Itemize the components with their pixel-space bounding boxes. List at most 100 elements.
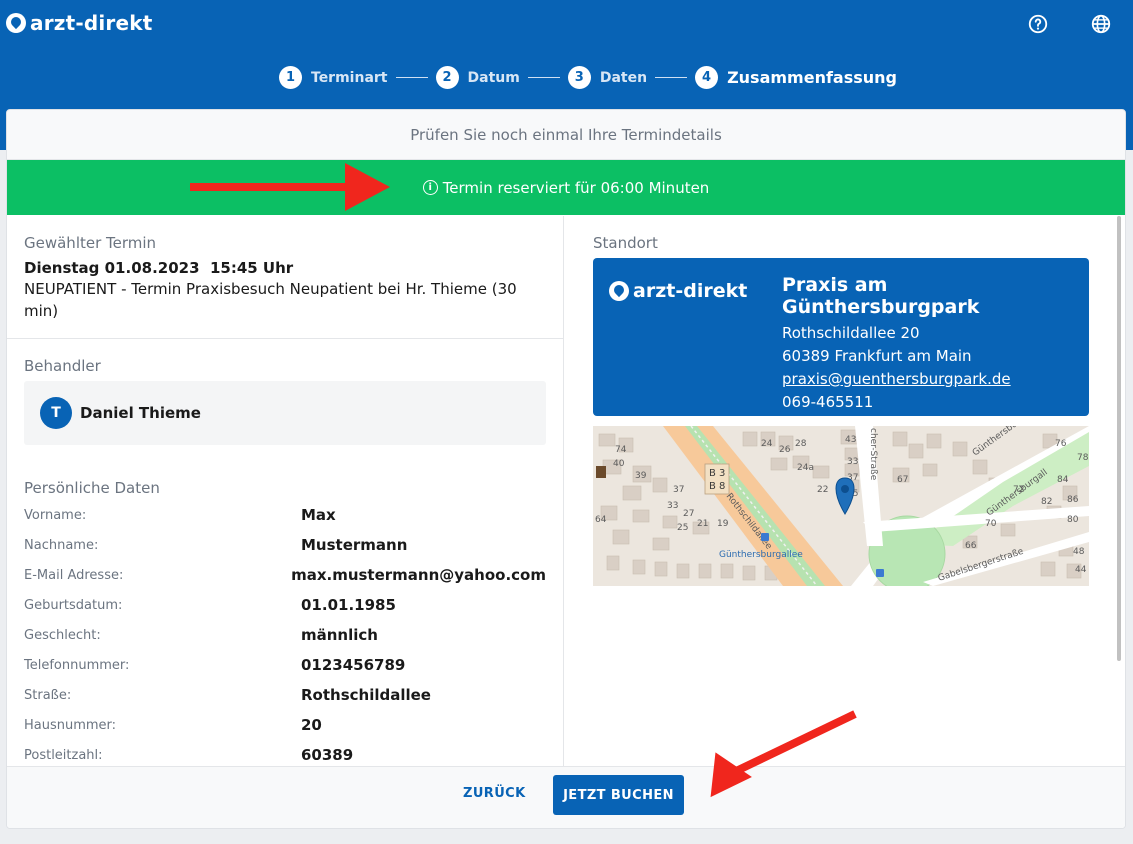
- map-label: cher-Straße: [868, 428, 878, 481]
- data-value: Mustermann: [301, 536, 408, 554]
- step-number: 4: [695, 66, 719, 89]
- step-number: 3: [567, 66, 591, 89]
- back-button[interactable]: ZURÜCK: [463, 786, 526, 801]
- step-number: 1: [279, 66, 302, 89]
- practice-card: arzt-direkt Praxis am Günthersburgpark R…: [593, 258, 1089, 416]
- data-label: Nachname:: [24, 537, 99, 553]
- data-row: Geburtsdatum: 01.01.1985: [24, 590, 546, 620]
- data-row: E-Mail Adresse: max.mustermann@yahoo.com: [24, 560, 546, 590]
- map-label: 40: [613, 459, 625, 469]
- data-row: Vorname: Max: [24, 500, 546, 530]
- map-label: 76: [1055, 439, 1067, 449]
- map-label: 43: [845, 435, 856, 445]
- location-column: Standort arzt-direkt Praxis am Günthersb…: [565, 216, 1125, 766]
- practice-brand-logo: arzt-direkt: [609, 280, 747, 302]
- map-label: 80: [1067, 515, 1079, 525]
- data-row: Postleitzahl: 60389: [24, 740, 546, 766]
- section-title: Behandler: [24, 357, 101, 375]
- data-label: Vorname:: [24, 507, 87, 523]
- data-label: Geburtsdatum:: [24, 597, 123, 613]
- map-label: 82: [1041, 497, 1052, 507]
- data-value: Max: [301, 506, 336, 524]
- step-zusammenfassung[interactable]: 4 Zusammenfassung: [695, 66, 897, 89]
- transit-label: B 3: [709, 468, 725, 479]
- personal-data-section: Persönliche Daten Vorname: Max Nachname: M…: [7, 445, 563, 766]
- info-icon: i: [422, 180, 438, 195]
- data-row: Telefonnummer: 0123456789: [24, 650, 546, 680]
- data-value: 20: [301, 716, 322, 734]
- step-label: Datum: [467, 69, 520, 86]
- map-label: 33: [847, 457, 858, 467]
- map-label: 21: [697, 519, 708, 529]
- practice-info: Praxis am Günthersburgpark Rothschildall…: [782, 274, 1089, 411]
- map-label: 78: [1077, 453, 1089, 463]
- map-label: 86: [1067, 495, 1079, 505]
- scrollbar[interactable]: [1117, 216, 1121, 661]
- practice-email-link[interactable]: praxis@guenthersburgpark.de: [782, 370, 1089, 388]
- section-title: Gewählter Termin: [24, 234, 157, 252]
- data-row: Straße: Rothschildallee: [24, 680, 546, 710]
- appointment-date: Dienstag 01.08.2023 15:45 Uhr: [24, 259, 294, 277]
- data-label: Geschlecht:: [24, 627, 101, 643]
- brand-logo[interactable]: arzt-direkt: [6, 11, 153, 35]
- step-label: Terminart: [311, 69, 388, 86]
- step-number: 2: [435, 66, 459, 89]
- practice-phone: 069-465511: [782, 393, 874, 411]
- map-label: 28: [795, 439, 807, 449]
- poi-icon: [596, 466, 606, 478]
- data-label: E-Mail Adresse:: [24, 567, 124, 583]
- bus-stop-icon: [876, 569, 884, 577]
- practice-city: 60389 Frankfurt am Main: [782, 347, 972, 365]
- annotation-arrow-right-icon: [190, 163, 390, 211]
- map-label: 66: [965, 541, 977, 551]
- step-daten[interactable]: 3 Daten: [567, 66, 648, 89]
- appointment-description: NEUPATIENT - Termin Praxisbesuch Neupati…: [24, 280, 517, 320]
- annotation-arrow-left-icon: [710, 710, 857, 798]
- step-label: Zusammenfassung: [727, 68, 897, 87]
- map-label: 26: [779, 445, 791, 455]
- map-label: 84: [1057, 475, 1069, 485]
- practitioner-name: Daniel Thieme: [80, 404, 201, 422]
- step-label: Daten: [599, 69, 648, 86]
- map-label: 72: [1013, 485, 1024, 495]
- data-label: Straße:: [24, 687, 72, 703]
- map-label: 19: [717, 519, 729, 529]
- step-datum[interactable]: 2 Datum: [435, 66, 520, 89]
- reservation-text: Termin reserviert für 06:00 Minuten: [442, 178, 710, 197]
- data-value: 60389: [301, 746, 354, 764]
- data-label: Postleitzahl:: [24, 747, 103, 763]
- bus-stop-icon: [761, 533, 769, 541]
- data-value: 0123456789: [301, 656, 406, 674]
- map-label: 74: [615, 445, 627, 455]
- map-label: Günthersburgallee: [719, 550, 803, 560]
- step-connector: [395, 77, 428, 78]
- data-value: männlich: [301, 626, 378, 644]
- help-icon[interactable]: [1027, 13, 1049, 35]
- map-label: 64: [595, 515, 607, 525]
- step-connector: [527, 77, 560, 78]
- footer-bar: ZURÜCK JETZT BUCHEN: [7, 766, 1125, 828]
- map-label: 39: [635, 471, 647, 481]
- logo-icon: [609, 281, 629, 301]
- map-label: 37: [673, 485, 684, 495]
- appointment-section: Gewählter Termin Dienstag 01.08.2023 15:…: [7, 216, 563, 339]
- globe-icon[interactable]: [1090, 13, 1112, 35]
- data-row: Hausnummer: 20: [24, 710, 546, 740]
- step-terminart[interactable]: 1 Terminart: [279, 66, 388, 89]
- map-canvas: Rothschildallee Günthersburgallee Gabels…: [593, 426, 1089, 586]
- stepper: 1 Terminart 2 Datum 3 Daten 4 Zusammenfa…: [279, 66, 897, 89]
- map-label: 44: [1075, 565, 1087, 575]
- data-label: Hausnummer:: [24, 717, 117, 733]
- summary-card: Prüfen Sie noch einmal Ihre Termindetail…: [6, 109, 1126, 829]
- step-connector: [655, 77, 688, 78]
- brand-name: arzt-direkt: [30, 11, 153, 35]
- card-heading: Prüfen Sie noch einmal Ihre Termindetail…: [7, 110, 1125, 160]
- data-row: Geschlecht: männlich: [24, 620, 546, 650]
- brand-name: arzt-direkt: [633, 280, 748, 302]
- section-title: Persönliche Daten: [24, 479, 160, 497]
- book-now-button[interactable]: JETZT BUCHEN: [553, 775, 684, 815]
- data-value: Rothschildallee: [301, 686, 431, 704]
- location-map[interactable]: Rothschildallee Günthersburgallee Gabels…: [593, 426, 1089, 586]
- practitioner-section: Behandler T Daniel Thieme: [7, 339, 563, 445]
- map-label: 25: [677, 523, 688, 533]
